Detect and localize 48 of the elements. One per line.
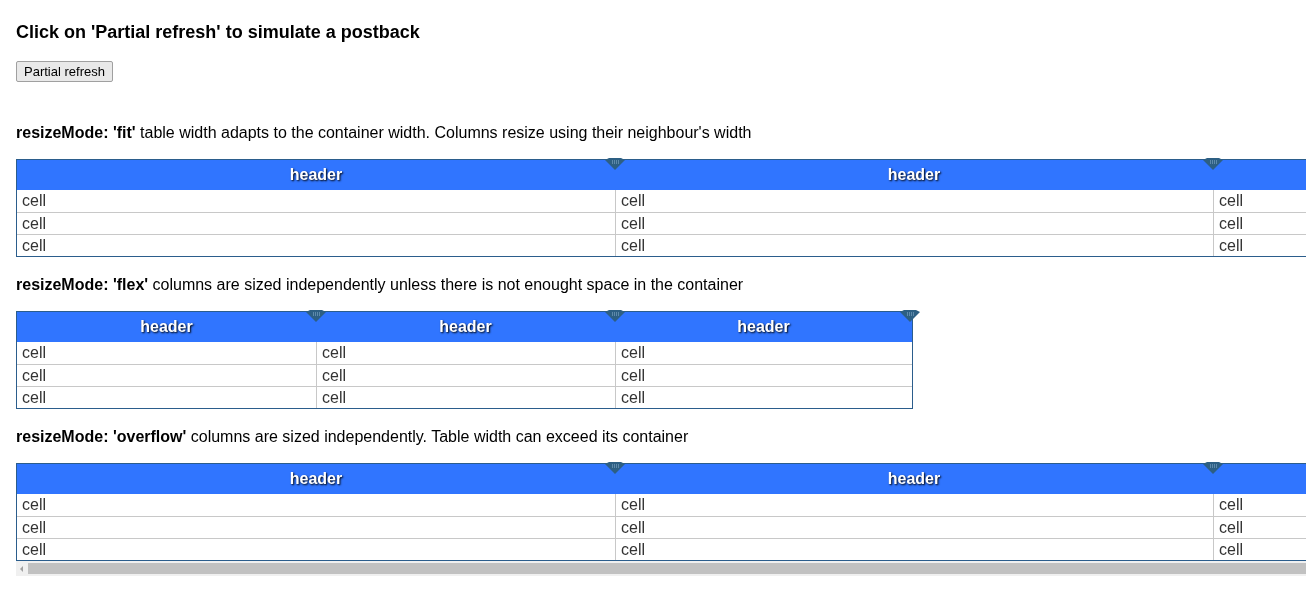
table-cell: cell <box>1213 494 1306 516</box>
table-cell-text: cell <box>21 343 47 363</box>
resize-grip-icon[interactable] <box>1203 158 1223 170</box>
table-cell-text: cell <box>21 518 47 538</box>
resize-grip-icon[interactable] <box>605 158 625 170</box>
table-cell: cell <box>316 342 615 364</box>
column-header: header <box>140 317 193 337</box>
table-cell: cell <box>316 365 615 386</box>
resize-grip-icon[interactable] <box>605 310 625 322</box>
table-cell: cell <box>615 539 1213 560</box>
table-cell-text: cell <box>21 191 47 211</box>
column-header: header <box>289 165 343 185</box>
table-cell-text: cell <box>21 236 47 256</box>
table-cell-text: cell <box>21 388 47 408</box>
resize-grip-icon[interactable] <box>900 310 920 322</box>
column-header: header <box>289 469 343 489</box>
table-cell-text: cell <box>21 495 47 515</box>
table-cell: cell <box>615 190 1213 212</box>
partial-refresh-button[interactable]: Partial refresh <box>16 61 113 82</box>
table-cell: cell <box>615 365 912 386</box>
column-header: header <box>887 165 941 185</box>
column-header: header <box>887 469 941 489</box>
table-cell: cell <box>1213 539 1306 560</box>
table-cell: cell <box>615 213 1213 234</box>
section-description: resizeMode: 'fit' table width adapts to the container width. Columns resize using their neighbour's width <box>16 123 753 143</box>
table-cell-text: cell <box>21 540 47 560</box>
table-cell: cell <box>1213 190 1306 212</box>
table-cell: cell <box>1213 517 1306 538</box>
table-cell: cell <box>615 494 1213 516</box>
table-cell: cell <box>615 517 1213 538</box>
table-cell: cell <box>316 387 615 408</box>
column-header: header <box>737 317 790 337</box>
column-header: header <box>439 317 492 337</box>
scrollbar-thumb[interactable] <box>28 563 1306 574</box>
table-cell-text: cell <box>21 214 47 234</box>
resize-grip-icon[interactable] <box>1203 462 1223 474</box>
resize-grip-icon[interactable] <box>605 462 625 474</box>
page-title: Click on 'Partial refresh' to simulate a postback <box>16 21 421 44</box>
table-cell: cell <box>615 235 1213 256</box>
table-cell: cell <box>615 342 912 364</box>
resize-grip-icon[interactable] <box>306 310 326 322</box>
section-description: resizeMode: 'overflow' columns are sized independently. Table width can exceed its container <box>16 427 690 447</box>
table-cell: cell <box>1213 213 1306 234</box>
horizontal-scrollbar[interactable] <box>16 561 1306 576</box>
section-description: resizeMode: 'flex' columns are sized independently unless there is not enought space in the container <box>16 275 745 295</box>
table-cell: cell <box>615 387 912 408</box>
table-cell: cell <box>1213 235 1306 256</box>
table-cell-text: cell <box>21 366 47 386</box>
